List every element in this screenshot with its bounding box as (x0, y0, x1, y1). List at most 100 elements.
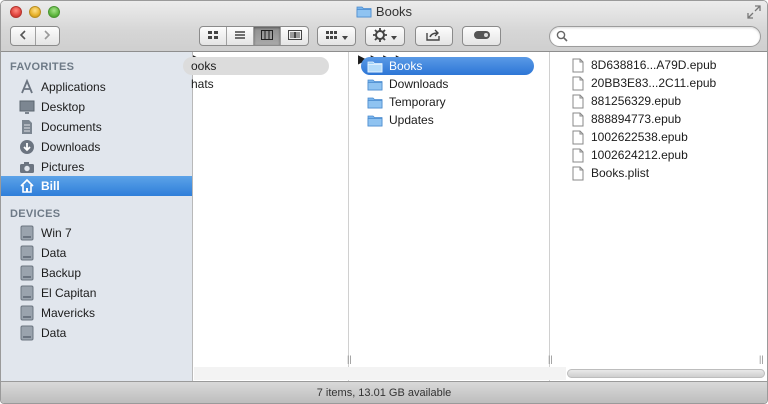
status-text: 7 items, 13.01 GB available (316, 387, 452, 399)
list-item[interactable]: ooks (183, 57, 329, 75)
coverflow-view-icon (287, 29, 302, 43)
list-item-label: Temporary (389, 95, 446, 109)
window-title: Books (1, 4, 767, 21)
sidebar-item-documents[interactable]: Documents (1, 117, 192, 137)
column-view-icon (261, 29, 273, 43)
sidebar-item-label: Win 7 (41, 226, 72, 240)
status-bar: 7 items, 13.01 GB available (1, 381, 767, 403)
sidebar-item-downloads[interactable]: Downloads (1, 137, 192, 157)
disk-icon (19, 285, 35, 301)
sidebar-item-mavericks[interactable]: Mavericks (1, 303, 192, 323)
search-icon (556, 30, 568, 45)
sidebar-item-label: Backup (41, 266, 82, 280)
coverflow-view-button[interactable] (281, 27, 308, 45)
sidebar-item-label: Mavericks (41, 306, 96, 320)
icon-view-icon (207, 29, 219, 43)
list-item[interactable]: Books.plist (572, 164, 762, 182)
list-item-label: 20BB3E83...2C11.epub (591, 76, 717, 90)
scroll-track (194, 367, 566, 380)
camera-icon (19, 159, 35, 175)
sidebar-item-backup[interactable]: Backup (1, 263, 192, 283)
list-item-label: 881256329.epub (591, 94, 682, 108)
document-icon (572, 112, 584, 127)
action-button[interactable] (365, 26, 405, 46)
list-item[interactable]: 881256329.epub (572, 92, 762, 110)
disk-icon (19, 305, 35, 321)
column-resize-handle[interactable]: || (759, 354, 764, 364)
sidebar-item-win7[interactable]: Win 7 (1, 223, 192, 243)
document-icon (572, 148, 584, 163)
list-item-label: 8D638816...A79D.epub (591, 58, 717, 72)
back-button[interactable] (11, 27, 36, 45)
list-item[interactable]: Temporary (361, 93, 534, 111)
column-resize-handle[interactable]: || (347, 354, 352, 364)
favorites-heading: FAVORITES (10, 61, 75, 73)
column-view-button[interactable] (254, 27, 281, 45)
chevron-left-icon (19, 29, 27, 43)
list-item-label: ooks (191, 59, 217, 73)
arrange-button[interactable] (317, 26, 356, 46)
disk-icon (19, 265, 35, 281)
folder-icon (367, 114, 383, 127)
list-item-label: Books.plist (591, 166, 650, 180)
list-view-button[interactable] (227, 27, 254, 45)
sidebar-item-desktop[interactable]: Desktop (1, 97, 192, 117)
list-item[interactable]: 8D638816...A79D.epub (572, 56, 762, 74)
sidebar-item-label: Bill (41, 179, 60, 193)
search-input[interactable] (572, 29, 752, 44)
sidebar-item-data-2[interactable]: Data (1, 323, 192, 343)
desktop-icon (19, 99, 35, 115)
tags-button[interactable] (462, 26, 501, 46)
list-item[interactable]: hats (191, 75, 331, 93)
downloads-icon (19, 139, 35, 155)
window-title-text: Books (375, 4, 413, 19)
dropdown-caret-icon (342, 29, 348, 43)
list-item[interactable]: Downloads (361, 75, 534, 93)
list-item[interactable]: 1002622538.epub (572, 128, 762, 146)
back-forward-control (10, 26, 60, 46)
devices-heading: DEVICES (10, 208, 61, 220)
column-resize-handle[interactable]: || (548, 354, 553, 364)
sidebar-item-el-capitan[interactable]: El Capitan (1, 283, 192, 303)
chevron-right-icon (43, 29, 51, 43)
icon-view-button[interactable] (200, 27, 227, 45)
list-item-label: 1002622538.epub (591, 130, 688, 144)
forward-button[interactable] (36, 27, 60, 45)
list-item-label: Updates (389, 113, 434, 127)
sidebar-item-applications[interactable]: Applications (1, 77, 192, 97)
list-item[interactable]: Books (361, 57, 534, 75)
document-icon (572, 94, 584, 109)
sidebar-item-data[interactable]: Data (1, 243, 192, 263)
horizontal-scrollbar[interactable] (567, 369, 765, 378)
sidebar-item-bill[interactable]: Bill (1, 176, 192, 196)
arrange-grid-icon (325, 29, 338, 43)
sidebar-item-label: Data (41, 326, 67, 340)
view-mode-control (199, 26, 309, 46)
document-icon (572, 166, 584, 181)
sidebar-item-label: El Capitan (41, 286, 97, 300)
sidebar-item-pictures[interactable]: Pictures (1, 157, 192, 177)
folder-icon (367, 96, 383, 109)
list-item[interactable]: 1002624212.epub (572, 146, 762, 164)
sidebar-item-label: Downloads (41, 140, 101, 154)
documents-icon (19, 119, 35, 135)
list-item[interactable]: 20BB3E83...2C11.epub (572, 74, 762, 92)
fullscreen-icon[interactable] (747, 5, 761, 19)
search-field[interactable] (549, 26, 761, 47)
disk-icon (19, 245, 35, 261)
list-item-label: Downloads (389, 77, 449, 91)
list-item-label: 888894773.epub (591, 112, 682, 126)
disk-icon (19, 225, 35, 241)
tag-pill-icon (473, 29, 491, 43)
share-button[interactable] (415, 26, 453, 46)
list-view-icon (234, 29, 246, 43)
folder-icon (356, 5, 372, 21)
list-item-label: Books (389, 59, 423, 73)
browser-column-2: Books ▶ Downloads ▶ Temporary ▶ Updates … (358, 52, 553, 381)
sidebar-item-label: Applications (41, 80, 106, 94)
list-item[interactable]: 888894773.epub (572, 110, 762, 128)
toolbar: Books (1, 1, 767, 52)
list-item[interactable]: Updates (361, 111, 534, 129)
sidebar-item-label: Documents (41, 120, 102, 134)
document-icon (572, 130, 584, 145)
